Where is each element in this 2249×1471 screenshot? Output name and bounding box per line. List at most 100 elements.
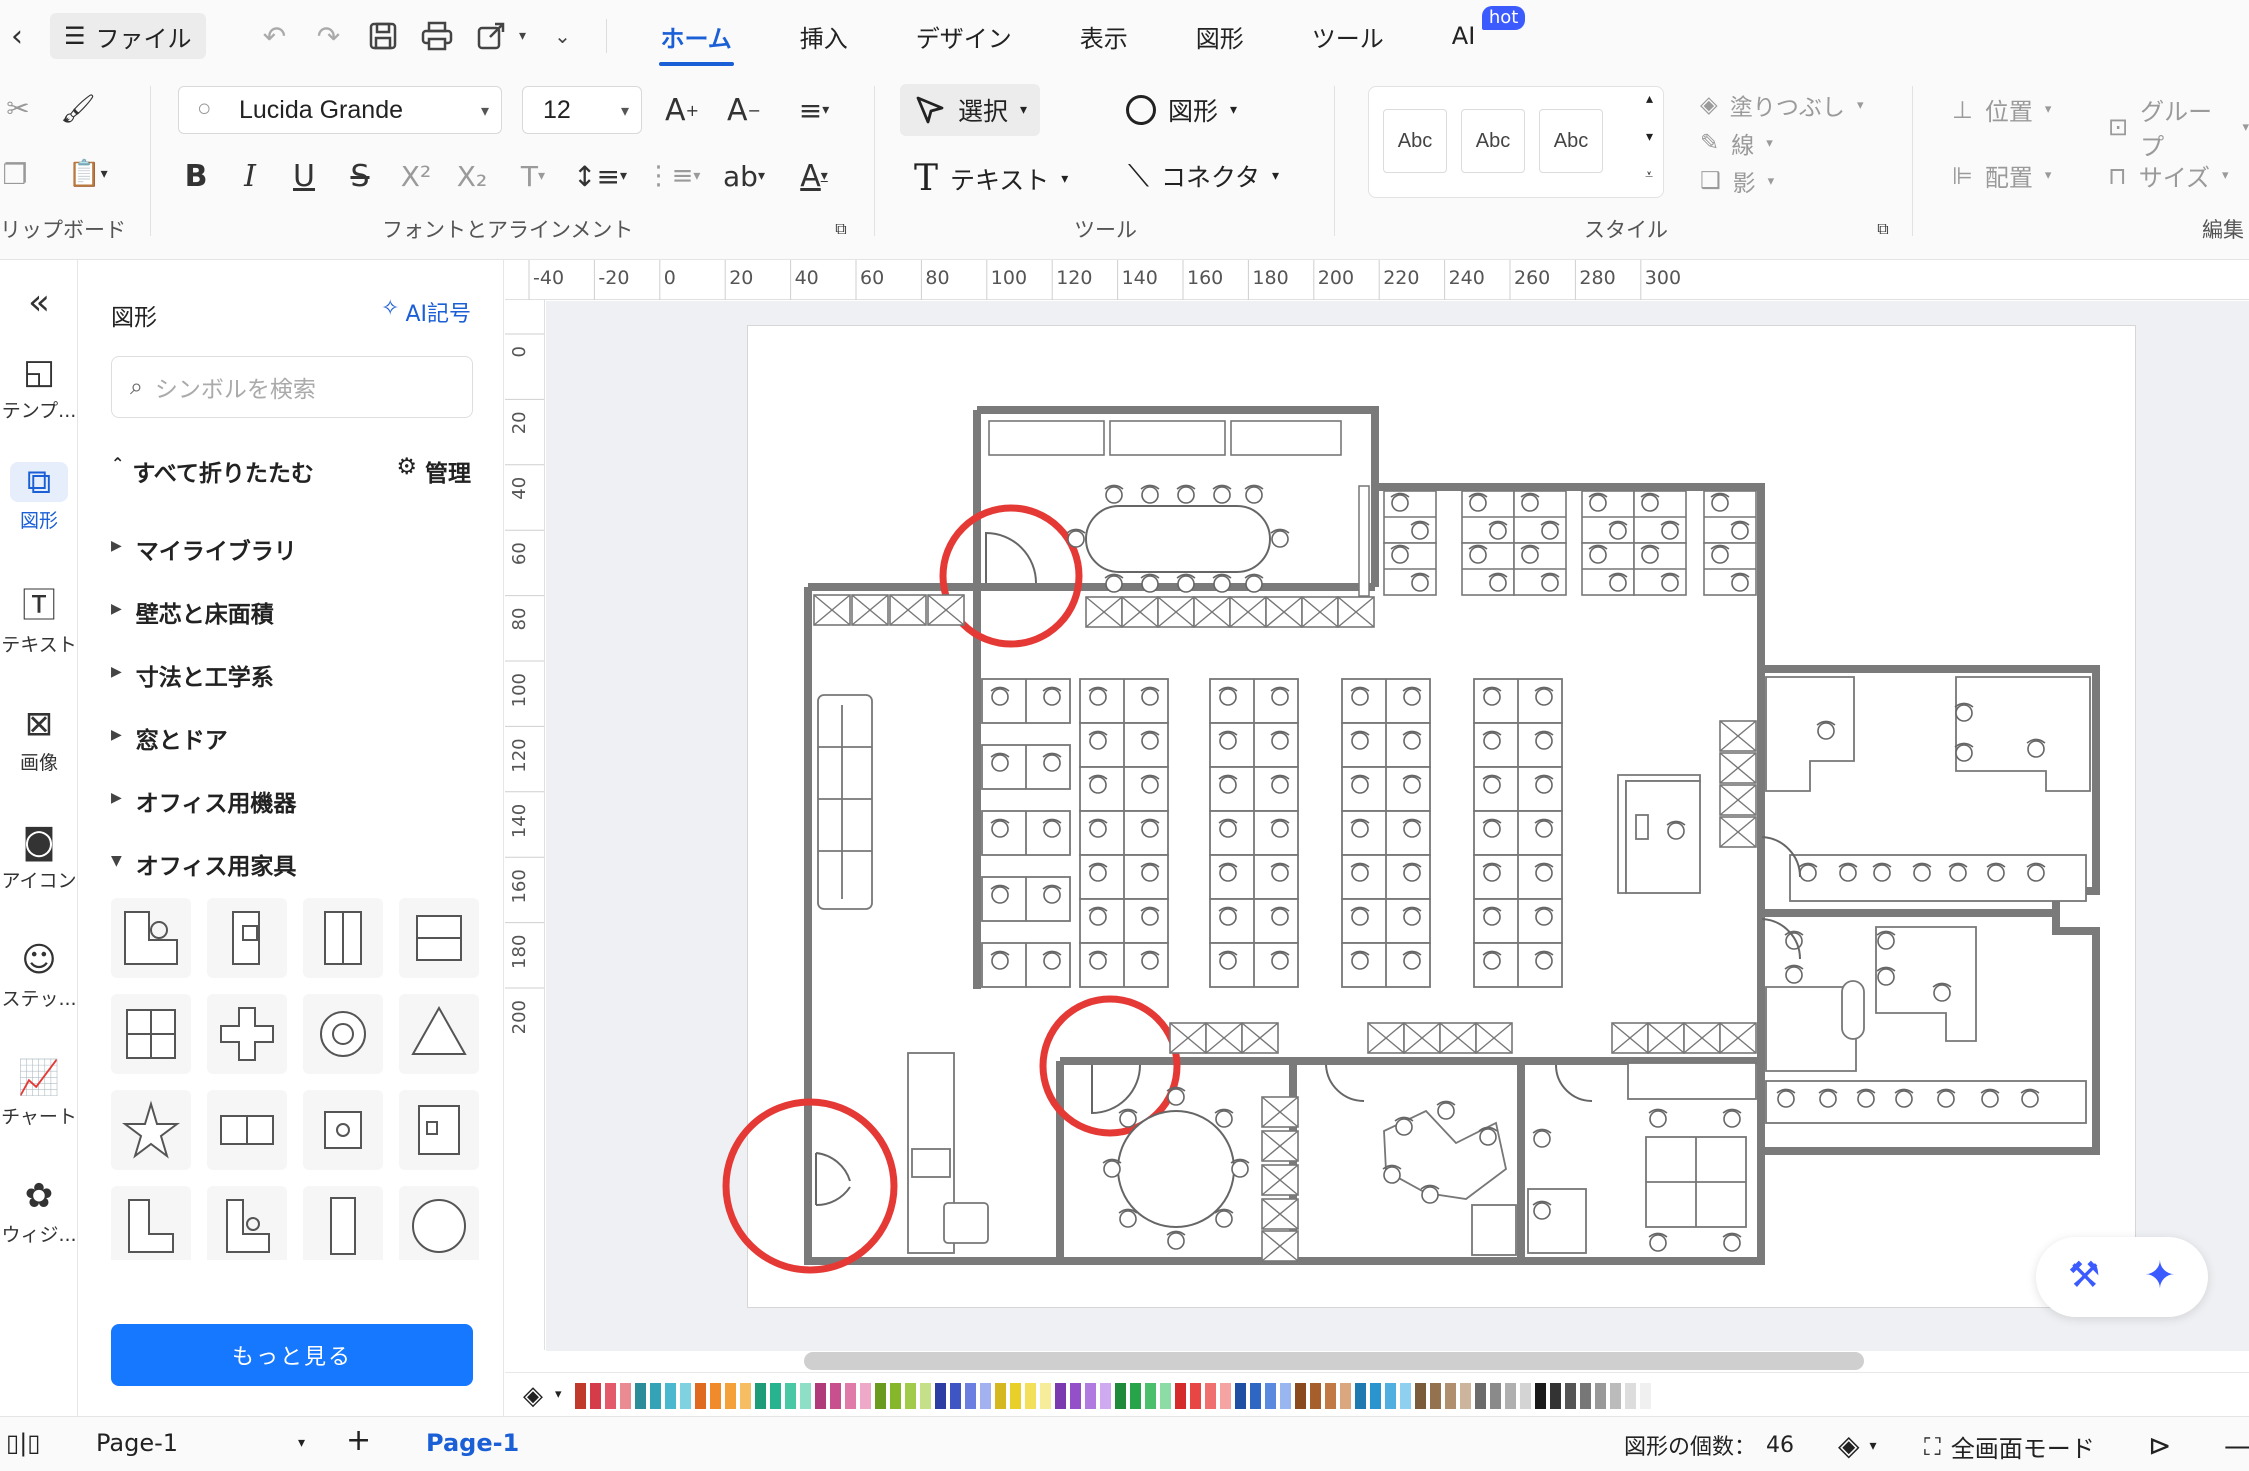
position-button[interactable]: ⊥ 位置 ▾	[1952, 92, 2051, 127]
color-swatch[interactable]	[1025, 1383, 1036, 1409]
round-cluster-shape[interactable]	[303, 994, 383, 1074]
shape-tool-button[interactable]: 図形 ▾	[1126, 92, 1237, 128]
color-swatch[interactable]	[1235, 1383, 1246, 1409]
cut-icon[interactable]: ✂	[0, 88, 36, 128]
page-tab-active[interactable]: Page-1	[426, 1429, 519, 1457]
color-swatch[interactable]	[1055, 1383, 1066, 1409]
rail-item-image[interactable]: ⊠ 画像	[0, 704, 78, 775]
color-swatch[interactable]	[665, 1383, 676, 1409]
color-swatch[interactable]	[920, 1383, 931, 1409]
color-swatch[interactable]	[755, 1383, 766, 1409]
style-dialog-launcher-icon[interactable]: ⧉	[1872, 218, 1894, 240]
color-swatch[interactable]	[965, 1383, 976, 1409]
color-swatch[interactable]	[740, 1383, 751, 1409]
color-swatch[interactable]	[1265, 1383, 1276, 1409]
style-scroll-up-icon[interactable]: ▴	[1646, 91, 1653, 107]
color-swatch[interactable]	[680, 1383, 691, 1409]
fill-button[interactable]: ◈ 塗りつぶし ▾	[1700, 88, 1863, 122]
increase-font-icon[interactable]: A +	[660, 88, 704, 132]
color-swatch[interactable]	[1100, 1383, 1111, 1409]
text-highlight-icon[interactable]: ab ▾	[716, 154, 772, 198]
color-swatch[interactable]	[980, 1383, 991, 1409]
format-painter-icon[interactable]: 🖌	[58, 88, 98, 128]
bold-button[interactable]: B	[176, 154, 216, 198]
font-dialog-launcher-icon[interactable]: ⧉	[830, 218, 852, 240]
star-cluster-shape[interactable]	[111, 1090, 191, 1170]
color-swatch[interactable]	[890, 1383, 901, 1409]
color-swatch[interactable]	[1175, 1383, 1186, 1409]
canvas-horizontal-scrollbar[interactable]	[804, 1352, 1864, 1370]
redo-icon[interactable]: ↷	[306, 13, 352, 59]
style-sample[interactable]: Abc	[1383, 109, 1447, 173]
cross-cluster-shape[interactable]	[207, 994, 287, 1074]
office-floor-plan[interactable]	[546, 301, 2249, 1351]
text-format-icon[interactable]: T ▾	[508, 154, 558, 198]
font-color-icon[interactable]: A ▾	[786, 154, 842, 198]
color-swatch[interactable]	[1340, 1383, 1351, 1409]
color-swatch[interactable]	[710, 1383, 721, 1409]
line-spacing-icon[interactable]: ↕≡ ▾	[572, 154, 628, 198]
double-desk-shape[interactable]	[303, 898, 383, 978]
color-swatch[interactable]	[995, 1383, 1006, 1409]
color-swatch[interactable]	[1070, 1383, 1081, 1409]
shadow-button[interactable]: ❑ 影 ▾	[1700, 164, 1774, 198]
align-dropdown-icon[interactable]: ≡ ▾	[786, 88, 842, 132]
palette-dropdown-icon[interactable]: ▾	[555, 1387, 562, 1402]
tab-tools[interactable]: ツール	[1278, 0, 1418, 72]
underline-button[interactable]: U	[284, 154, 324, 198]
font-family-select[interactable]: ○ Lucida Grande ▾	[178, 86, 502, 134]
color-swatch[interactable]	[1580, 1383, 1591, 1409]
save-icon[interactable]	[360, 13, 406, 59]
fullscreen-button[interactable]: ⛶ 全画面モード	[1924, 1429, 2095, 1464]
export-icon[interactable]	[468, 13, 514, 59]
color-swatch[interactable]	[1475, 1383, 1486, 1409]
collapse-panel-icon[interactable]: «	[0, 282, 78, 323]
tri-cluster-shape[interactable]	[399, 994, 479, 1074]
page-panel-toggle-icon[interactable]: ▯|▯	[6, 1429, 41, 1457]
category-office-furniture[interactable]: ▼ オフィス用家具	[111, 847, 296, 881]
color-swatch[interactable]	[1460, 1383, 1471, 1409]
color-swatch[interactable]	[1325, 1383, 1336, 1409]
italic-button[interactable]: I	[230, 154, 270, 198]
color-swatch[interactable]	[695, 1383, 706, 1409]
color-swatch[interactable]	[1010, 1383, 1021, 1409]
style-scroll-down-icon[interactable]: ▾	[1646, 129, 1653, 145]
tab-design[interactable]: デザイン	[882, 0, 1046, 72]
rail-item-stickers[interactable]: ☺ ステッ...	[0, 940, 78, 1011]
color-swatch[interactable]	[815, 1383, 826, 1409]
color-swatch[interactable]	[1355, 1383, 1366, 1409]
size-button[interactable]: ⊓ サイズ ▾	[2108, 158, 2229, 193]
color-swatch[interactable]	[1565, 1383, 1576, 1409]
rail-item-icons[interactable]: ◙ アイコン	[0, 822, 78, 893]
color-swatch[interactable]	[1505, 1383, 1516, 1409]
color-swatch[interactable]	[830, 1383, 841, 1409]
collapse-all-button[interactable]: ⌃ すべて折りたたむ	[111, 454, 314, 488]
color-swatch[interactable]	[1640, 1383, 1651, 1409]
text-tool-button[interactable]: T テキスト ▾	[914, 158, 1068, 199]
color-swatch[interactable]	[1490, 1383, 1501, 1409]
style-sample[interactable]: Abc	[1539, 109, 1603, 173]
color-swatch[interactable]	[770, 1383, 781, 1409]
style-sample[interactable]: Abc	[1461, 109, 1525, 173]
tab-home[interactable]: ホーム	[627, 0, 766, 72]
select-tool-button[interactable]: 選択 ▾	[900, 84, 1040, 136]
color-swatch[interactable]	[1220, 1383, 1231, 1409]
color-swatch[interactable]	[1520, 1383, 1531, 1409]
file-menu-button[interactable]: ☰ ファイル	[50, 13, 206, 59]
undo-icon[interactable]: ↶	[252, 13, 298, 59]
rail-item-templates[interactable]: ◱ テンプ...	[0, 352, 78, 423]
bench-desk-shape[interactable]	[207, 1090, 287, 1170]
reception-desk-shape[interactable]	[399, 1090, 479, 1170]
rail-item-widgets[interactable]: ✿ ウィジ...	[0, 1176, 78, 1247]
manage-button[interactable]: ⚙ 管理	[396, 454, 471, 488]
category-walls[interactable]: ▶ 壁芯と床面積	[111, 595, 274, 629]
fill-bucket-icon[interactable]: ◈	[523, 1381, 543, 1411]
color-swatch[interactable]	[1145, 1383, 1156, 1409]
rail-item-shapes[interactable]: ⧉ 図形	[0, 462, 78, 533]
page-selector[interactable]: Page-1 ▾	[96, 1429, 305, 1457]
workbench-shape[interactable]	[399, 898, 479, 978]
color-swatch[interactable]	[1280, 1383, 1291, 1409]
color-swatch[interactable]	[620, 1383, 631, 1409]
color-swatch[interactable]	[905, 1383, 916, 1409]
back-chevron-icon[interactable]: ‹	[2, 19, 32, 54]
